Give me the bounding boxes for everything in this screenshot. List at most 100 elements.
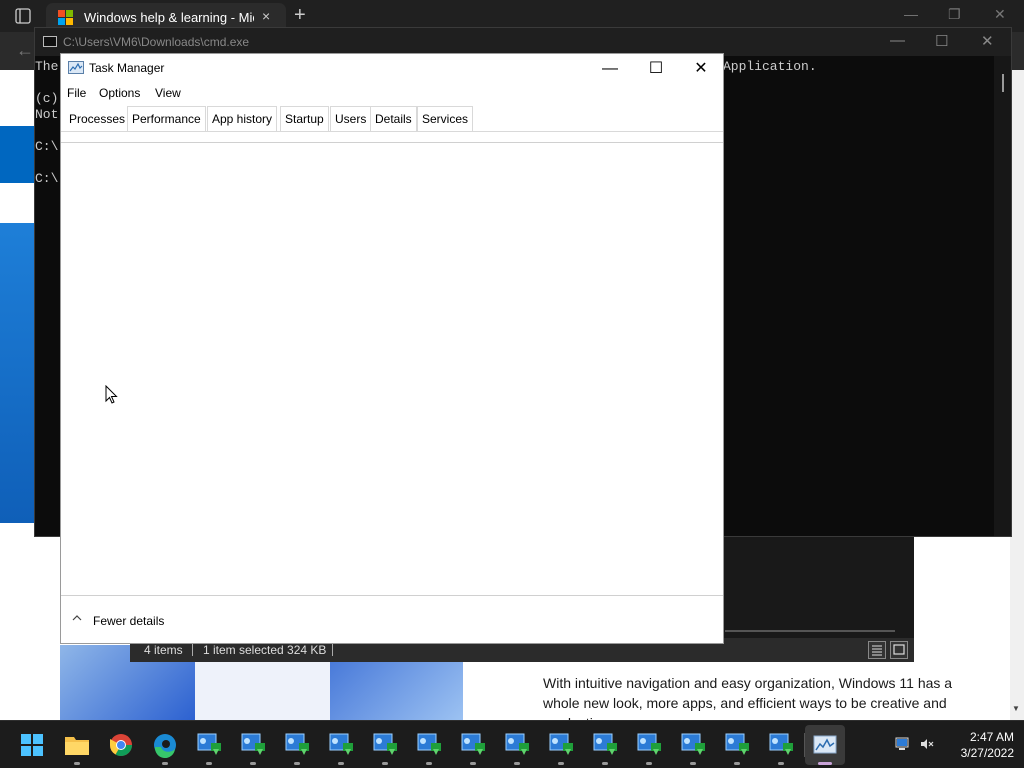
back-arrow-icon[interactable]: ← <box>16 40 34 61</box>
tab-processes[interactable]: Processes <box>64 106 131 131</box>
menu-view[interactable]: View <box>155 86 181 100</box>
running-indicator <box>74 762 80 765</box>
tm-close-icon[interactable]: ✕ <box>678 56 724 82</box>
volume-muted-icon[interactable] <box>920 737 934 751</box>
running-indicator <box>558 762 564 765</box>
cmd-line: The <box>35 59 59 74</box>
cmd-line: Application. <box>723 59 817 74</box>
task-manager-tabs: Processes Performance App history Startu… <box>61 106 723 132</box>
browser-tab-title: Windows help & learning - Micr <box>84 10 254 25</box>
running-indicator <box>470 762 476 765</box>
task-manager-icon <box>68 61 84 74</box>
clock-date: 3/27/2022 <box>960 746 1014 760</box>
windows-start-icon[interactable] <box>12 725 52 765</box>
menu-file[interactable]: File <box>67 86 86 100</box>
running-indicator <box>206 762 212 765</box>
cmd-line: C:\ <box>35 171 59 186</box>
tab-users[interactable]: Users <box>330 106 372 131</box>
scroll-down-arrow-icon[interactable]: ▼ <box>1012 704 1020 713</box>
running-indicator <box>338 762 344 765</box>
status-item-count: 4 items <box>144 643 183 657</box>
cmd-line: (c) <box>35 91 59 106</box>
task-manager-title-bar[interactable]: Task Manager — ☐ ✕ <box>61 54 723 82</box>
status-divider <box>332 643 333 656</box>
chevron-up-icon[interactable] <box>72 612 82 622</box>
running-indicator <box>162 762 168 765</box>
browser-scrollbar[interactable] <box>1010 70 1024 720</box>
cmd-minimize-icon[interactable]: — <box>890 32 905 49</box>
installer-icon[interactable] <box>453 725 493 765</box>
installer-icon[interactable] <box>541 725 581 765</box>
mouse-cursor-icon <box>105 384 119 405</box>
cmd-maximize-icon[interactable]: ☐ <box>935 32 948 50</box>
large-icons-view-icon[interactable] <box>890 641 908 659</box>
running-indicator <box>646 762 652 765</box>
microsoft-logo-icon <box>58 10 73 25</box>
clock-time: 2:47 AM <box>969 730 1014 744</box>
fewer-details-button[interactable]: Fewer details <box>93 614 164 628</box>
task-manager-window: Task Manager — ☐ ✕ File Options View Pro… <box>60 53 724 644</box>
running-indicator <box>514 762 520 765</box>
task-manager-menu-bar: File Options View <box>61 82 723 104</box>
running-indicator <box>382 762 388 765</box>
tab-performance[interactable]: Performance <box>127 106 206 131</box>
browser-close-icon[interactable]: ✕ <box>994 6 1006 23</box>
installer-icon[interactable] <box>673 725 713 765</box>
cmd-icon <box>43 36 57 47</box>
installer-icon[interactable] <box>365 725 405 765</box>
cmd-title-bar[interactable]: C:\Users\VM6\Downloads\cmd.exe — ☐ ✕ <box>35 28 1011 56</box>
cmd-line: C:\ <box>35 139 59 154</box>
running-indicator <box>294 762 300 765</box>
running-indicator <box>426 762 432 765</box>
running-indicator <box>734 762 740 765</box>
system-clock[interactable]: 2:47 AM 3/27/2022 <box>944 729 1014 761</box>
status-selection: 1 item selected 324 KB <box>203 643 327 657</box>
cmd-line: Not <box>35 107 59 122</box>
tab-details[interactable]: Details <box>370 106 417 131</box>
installer-icon[interactable] <box>497 725 537 765</box>
new-tab-button[interactable]: + <box>294 4 306 27</box>
page-description-text: With intuitive navigation and easy organ… <box>543 675 953 720</box>
tab-startup[interactable]: Startup <box>280 106 329 131</box>
page-blue-block <box>0 126 34 183</box>
running-indicator <box>250 762 256 765</box>
cmd-close-icon[interactable]: ✕ <box>981 32 994 50</box>
installer-icon[interactable] <box>189 725 229 765</box>
cmd-scrollbar[interactable] <box>994 56 1011 536</box>
running-indicator <box>778 762 784 765</box>
installer-icon[interactable] <box>629 725 669 765</box>
running-indicator <box>690 762 696 765</box>
tm-maximize-icon[interactable]: ☐ <box>633 56 679 82</box>
installer-icon[interactable] <box>233 725 273 765</box>
hero-screen-mockup <box>195 660 330 720</box>
installer-icon[interactable] <box>717 725 757 765</box>
network-icon[interactable] <box>895 737 909 751</box>
page-blue-banner <box>0 223 34 523</box>
installer-icon[interactable] <box>761 725 801 765</box>
status-divider <box>192 643 193 656</box>
active-indicator <box>818 762 832 765</box>
cmd-scroll-thumb[interactable] <box>1002 74 1004 92</box>
browser-minimize-icon[interactable]: — <box>904 6 918 22</box>
task-manager-footer: Fewer details <box>61 596 723 643</box>
installer-icon[interactable] <box>277 725 317 765</box>
installer-icon[interactable] <box>585 725 625 765</box>
taskbar: 2:47 AM 3/27/2022 <box>0 720 1024 768</box>
tab-close-icon[interactable]: × <box>262 8 270 24</box>
processes-list-area[interactable] <box>61 142 723 596</box>
details-view-icon[interactable] <box>868 641 886 659</box>
edge-icon[interactable] <box>145 725 185 765</box>
installer-icon[interactable] <box>409 725 449 765</box>
browser-restore-icon[interactable]: ❐ <box>948 6 961 23</box>
file-explorer-icon[interactable] <box>57 725 97 765</box>
chrome-icon[interactable] <box>101 725 141 765</box>
task-manager-taskbar-icon[interactable] <box>805 725 845 765</box>
tab-services[interactable]: Services <box>417 106 474 131</box>
menu-options[interactable]: Options <box>99 86 140 100</box>
tm-minimize-icon[interactable]: — <box>587 56 633 82</box>
installer-icon[interactable] <box>321 725 361 765</box>
tab-actions-icon[interactable] <box>12 7 36 25</box>
tab-app-history[interactable]: App history <box>207 106 278 131</box>
cmd-title: C:\Users\VM6\Downloads\cmd.exe <box>63 35 250 49</box>
explorer-progress-line <box>725 630 895 632</box>
